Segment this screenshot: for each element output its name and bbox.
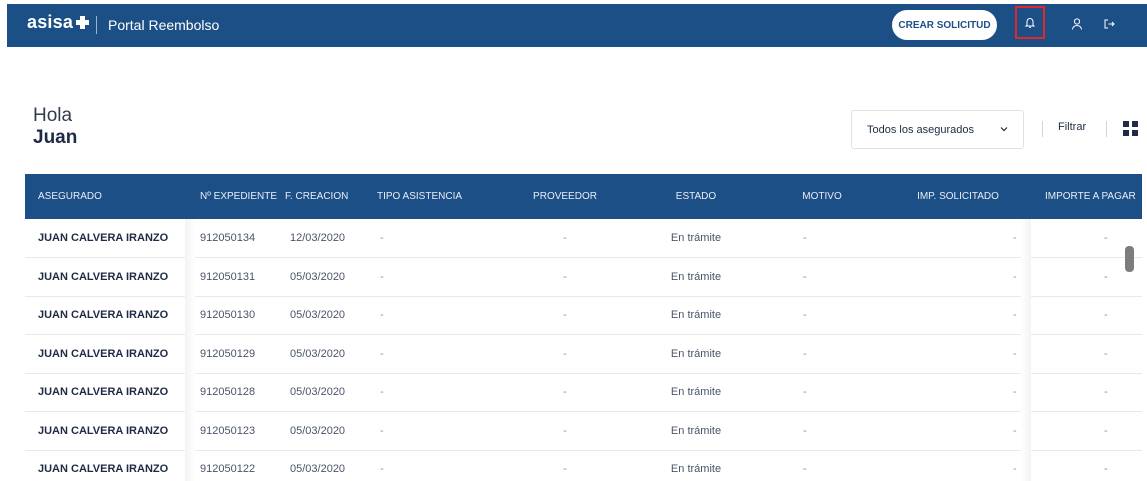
table-cell: -	[380, 232, 384, 244]
table-cell: -	[563, 270, 567, 283]
table-cell: JUAN CALVERA IRANZO	[38, 463, 169, 475]
table-cell: -	[803, 424, 807, 437]
notifications-button[interactable]	[1015, 6, 1045, 39]
table-cell: 912050131	[200, 270, 256, 283]
table-cell: JUAN CALVERA IRANZO	[38, 232, 169, 244]
table-cell: -	[563, 232, 567, 244]
table-cell: -	[803, 309, 807, 321]
header-divider	[96, 16, 97, 34]
table-cell: En trámite	[670, 270, 722, 283]
insured-select-value: Todos los asegurados	[867, 123, 975, 136]
table-cell: En trámite	[670, 232, 722, 244]
table-cell: -	[380, 309, 384, 321]
create-request-button[interactable]: CREAR SOLICITUD	[892, 10, 997, 40]
grid-view-icon[interactable]	[1123, 121, 1138, 136]
table-cell: JUAN CALVERA IRANZO	[38, 386, 169, 398]
table-cell: -	[1104, 424, 1108, 437]
user-name: Juan	[33, 127, 78, 148]
greeting-text: Hola	[33, 105, 73, 126]
column-shadow	[1021, 219, 1031, 481]
logo-plus-icon	[76, 16, 90, 29]
table-cell: -	[1104, 309, 1108, 321]
table-cell: -	[380, 347, 384, 360]
logo-text: asisa	[27, 12, 74, 32]
table-cell: 912050123	[200, 424, 256, 437]
column-header[interactable]: TIPO ASISTENCIA	[377, 191, 462, 202]
toolbar-divider	[1106, 121, 1107, 137]
app-name: Portal Reembolso	[108, 17, 220, 33]
table-cell: -	[380, 424, 384, 437]
table-cell: JUAN CALVERA IRANZO	[38, 309, 169, 321]
table-cell: -	[1013, 347, 1017, 360]
table-cell: 912050122	[200, 463, 256, 475]
table-cell: -	[380, 386, 384, 398]
chevron-down-icon	[1000, 127, 1008, 132]
table-cell: -	[803, 270, 807, 283]
table-cell: -	[1104, 232, 1108, 244]
column-header[interactable]: MOTIVO	[802, 191, 841, 202]
user-button[interactable]	[1068, 15, 1086, 33]
table-cell: -	[1104, 463, 1108, 475]
table-cell: 05/03/2020	[290, 309, 346, 321]
asisa-logo[interactable]: asisa	[27, 12, 90, 33]
table-cell: 912050128	[200, 386, 256, 398]
bell-icon	[1024, 18, 1036, 28]
table-cell: -	[380, 270, 384, 283]
column-header[interactable]: ESTADO	[676, 191, 716, 202]
table-cell: 05/03/2020	[290, 270, 346, 283]
table-cell: -	[563, 424, 567, 437]
table-cell: -	[803, 386, 807, 398]
table-cell: 05/03/2020	[290, 463, 346, 475]
table-cell: 05/03/2020	[290, 347, 346, 360]
top-bar: asisa Portal Reembolso CREAR SOLICITUD	[7, 4, 1147, 47]
table-cell: -	[1104, 347, 1108, 360]
column-header[interactable]: IMP. SOLICITADO	[917, 191, 999, 202]
table-cell: 912050129	[200, 347, 256, 360]
table-cell: -	[563, 309, 567, 321]
column-shadow	[185, 219, 195, 481]
table-cell: -	[563, 386, 567, 398]
table-cell: -	[1013, 463, 1017, 475]
toolbar-divider	[1042, 121, 1043, 137]
table-cell: 12/03/2020	[290, 232, 346, 244]
logout-button[interactable]	[1100, 15, 1118, 33]
column-header[interactable]: Nº EXPEDIENTE	[200, 191, 277, 202]
table-cell: 912050130	[200, 309, 256, 321]
table-header: ASEGURADO Nº EXPEDIENTE F. CREACION TIPO…	[25, 174, 1142, 219]
table-cell: En trámite	[670, 309, 722, 321]
table-cell: 912050134	[200, 232, 256, 244]
table-cell: -	[1013, 309, 1017, 321]
table-cell: 05/03/2020	[290, 424, 346, 437]
claims-table: ASEGURADO Nº EXPEDIENTE F. CREACION TIPO…	[25, 174, 1142, 481]
column-header[interactable]: PROVEEDOR	[533, 191, 597, 202]
table-cell: -	[1013, 386, 1017, 398]
table-cell: -	[1104, 386, 1108, 398]
user-icon	[1072, 18, 1082, 30]
table-cell: -	[803, 347, 807, 360]
table-cell: -	[1013, 270, 1017, 283]
table-cell: En trámite	[670, 463, 722, 475]
table-cell: En trámite	[670, 386, 722, 398]
logout-icon	[1104, 19, 1115, 29]
column-header[interactable]: F. CREACION	[285, 191, 348, 202]
column-header[interactable]: ASEGURADO	[38, 191, 102, 202]
table-cell: -	[803, 463, 807, 475]
table-cell: JUAN CALVERA IRANZO	[38, 424, 169, 437]
filter-button[interactable]: Filtrar	[1058, 121, 1086, 133]
table-cell: JUAN CALVERA IRANZO	[38, 270, 169, 283]
table-cell: JUAN CALVERA IRANZO	[38, 347, 169, 360]
table-cell: -	[1013, 424, 1017, 437]
table-cell: -	[563, 347, 567, 360]
table-cell: En trámite	[670, 347, 722, 360]
table-cell: 05/03/2020	[290, 386, 346, 398]
table-cell: -	[380, 463, 384, 475]
table-cell: -	[1013, 232, 1017, 244]
table-cell: -	[563, 463, 567, 475]
table-cell: -	[803, 232, 807, 244]
scrollbar-thumb[interactable]	[1125, 246, 1134, 272]
table-cell: En trámite	[670, 424, 722, 437]
insured-select[interactable]: Todos los asegurados	[851, 110, 1024, 149]
table-cell: -	[1104, 270, 1108, 283]
column-header[interactable]: IMPORTE A PAGAR	[1045, 191, 1136, 202]
